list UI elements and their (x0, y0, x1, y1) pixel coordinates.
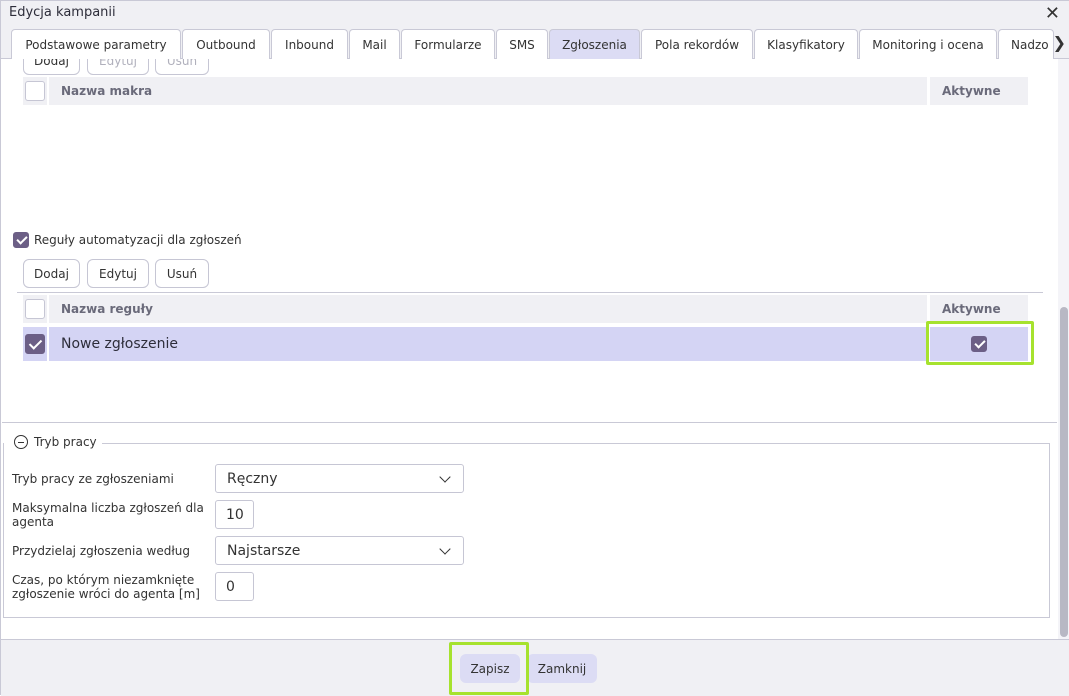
work-mode-legend[interactable]: Tryb pracy (14, 435, 101, 449)
macro-delete-button[interactable]: Usuń (155, 59, 209, 75)
rule-edit-button[interactable]: Edytuj (87, 259, 149, 288)
tab-podstawowe-parametry[interactable]: Podstawowe parametry (11, 29, 181, 59)
collapse-icon[interactable] (14, 435, 28, 449)
macro-edit-button[interactable]: Edytuj (87, 59, 149, 75)
rules-enabled-label: Reguły automatyzacji dla zgłoszeń (34, 233, 242, 247)
tab-bar: Podstawowe parametry Outbound Inbound Ma… (1, 27, 1069, 59)
tab-formularze[interactable]: Formularze (401, 29, 495, 59)
window-title: Edycja kampanii (9, 5, 116, 20)
mode-label: Tryb pracy ze zgłoszeniami (12, 472, 174, 486)
title-bar: Edycja kampanii ✕ (1, 1, 1069, 27)
chevron-down-icon (439, 471, 451, 483)
mode-select-value: Ręczny (227, 470, 278, 487)
close-icon[interactable]: ✕ (1045, 3, 1060, 24)
max-label: Maksymalna liczba zgłoszeń dla agenta (12, 501, 204, 529)
macro-select-all-checkbox[interactable] (25, 81, 45, 101)
work-mode-legend-label: Tryb pracy (34, 435, 97, 449)
close-button[interactable]: Zamknij (527, 654, 597, 683)
scrollbar[interactable] (1058, 59, 1069, 639)
rule-add-button[interactable]: Dodaj (23, 259, 80, 288)
save-button[interactable]: Zapisz (460, 654, 520, 683)
rule-select-all-cell (23, 295, 47, 323)
macro-select-all-cell (23, 77, 47, 105)
scrollbar-thumb[interactable] (1060, 307, 1068, 637)
rule-delete-button[interactable]: Usuń (155, 259, 209, 288)
time-label: Czas, po którym niezamknięte zgłoszenie … (12, 573, 200, 601)
divider (17, 292, 1043, 293)
section-divider (2, 422, 1057, 423)
rule-active-checkbox[interactable] (971, 336, 987, 352)
tab-inbound[interactable]: Inbound (271, 29, 348, 59)
tab-zgloszenia[interactable]: Zgłoszenia (549, 29, 640, 59)
tab-nadzor[interactable]: Nadzo (998, 29, 1054, 59)
time-input[interactable]: 0 (215, 572, 254, 601)
assign-label: Przydzielaj zgłoszenia według (12, 544, 190, 558)
macro-add-button[interactable]: Dodaj (23, 59, 80, 75)
campaign-edit-dialog: Edycja kampanii ✕ Podstawowe parametry O… (0, 0, 1069, 696)
rule-active-header[interactable]: Aktywne (930, 295, 1028, 323)
tab-sms[interactable]: SMS (496, 29, 548, 59)
tab-outbound[interactable]: Outbound (182, 29, 270, 59)
rule-row-checkbox[interactable] (25, 334, 45, 354)
chevron-down-icon (439, 543, 451, 555)
fieldset-top-border (102, 443, 1049, 444)
dialog-footer: Zapisz Zamknij (1, 639, 1069, 696)
table-row[interactable]: Nowe zgłoszenie (49, 327, 927, 361)
assign-select-value: Najstarsze (227, 542, 301, 559)
rules-enabled-checkbox[interactable] (13, 232, 29, 248)
max-input[interactable]: 10 (215, 500, 254, 529)
tab-content: Dodaj Edytuj Usuń Nazwa makra Aktywne Re… (2, 59, 1057, 639)
mode-select[interactable]: Ręczny (215, 464, 464, 493)
rule-row-select-cell (23, 327, 47, 361)
tab-monitoring-i-ocena[interactable]: Monitoring i ocena (859, 29, 997, 59)
tab-mail[interactable]: Mail (349, 29, 400, 59)
rule-select-all-checkbox[interactable] (25, 299, 45, 319)
assign-select[interactable]: Najstarsze (215, 536, 464, 565)
tab-klasyfikatory[interactable]: Klasyfikatory (754, 29, 858, 59)
chevron-right-icon[interactable]: ❯ (1053, 33, 1066, 52)
macro-name-header[interactable]: Nazwa makra (49, 77, 927, 105)
tab-pola-rekordow[interactable]: Pola rekordów (641, 29, 753, 59)
rule-name-header[interactable]: Nazwa reguły (49, 295, 927, 323)
rule-row-active-cell (930, 327, 1028, 361)
macro-active-header[interactable]: Aktywne (930, 77, 1028, 105)
